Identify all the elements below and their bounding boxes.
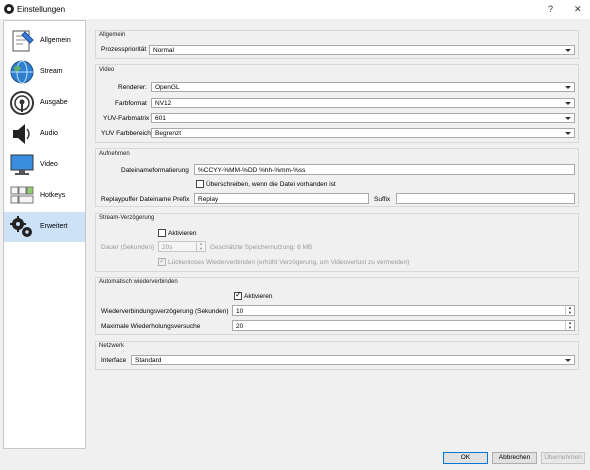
close-button[interactable]: ✕	[574, 4, 582, 15]
renderer-value: OpenGL	[155, 84, 180, 91]
filename-format-label: Dateinameformatierung	[121, 167, 189, 174]
chevron-down-icon	[565, 132, 571, 135]
group-title: Automatisch wiederverbinden	[99, 279, 178, 285]
reconnect-delay-value: 10	[236, 307, 244, 315]
sidebar-label: Erweitert	[40, 223, 68, 230]
chevron-down-icon	[565, 359, 571, 362]
priority-value: Normal	[153, 47, 174, 54]
sidebar-label: Stream	[40, 68, 63, 75]
max-retries-label: Maximale Wiederholungsversuche	[101, 323, 201, 330]
interface-dropdown[interactable]: Standard	[131, 355, 575, 365]
sidebar-item-erweitert[interactable]: Erweitert	[4, 212, 85, 242]
overwrite-checkbox[interactable]	[196, 180, 204, 188]
reconnect-delay-spinbox[interactable]: 10 ▲ ▼	[232, 305, 575, 316]
window-title: Einstellungen	[17, 5, 66, 14]
color-format-label: Farbformat	[115, 100, 147, 107]
obs-logo-icon	[4, 4, 14, 14]
broadcast-icon	[10, 91, 34, 115]
duration-spinbox[interactable]: 20s ▲ ▼	[158, 241, 206, 252]
gears-icon	[10, 216, 32, 237]
yuv-range-label: YUV Farbbereich	[101, 130, 151, 137]
globe-icon	[10, 60, 34, 84]
duration-label: Dauer (Sekunden)	[101, 244, 155, 251]
checkmark-icon: ✓	[159, 256, 166, 265]
spin-arrows-icon: ▲ ▼	[196, 241, 205, 251]
yuv-range-dropdown[interactable]: Begrenzt	[151, 128, 575, 138]
interface-label: Interface	[101, 357, 127, 364]
speaker-icon	[13, 124, 30, 144]
replay-prefix-label: Replaypuffer Dateiname Prefix	[101, 196, 190, 203]
stream-delay-enable-label: Aktivieren	[168, 230, 197, 237]
auto-reconnect-checkbox[interactable]: ✓	[234, 290, 242, 300]
duration-value: 20s	[162, 243, 173, 251]
general-settings-icon	[12, 30, 34, 52]
yuv-matrix-label: YUV-Farbmatrix	[103, 115, 150, 122]
title-bar: Einstellungen ? ✕	[0, 0, 590, 19]
replay-prefix-input[interactable]: Replay	[194, 193, 369, 204]
keyboard-icon	[10, 186, 34, 204]
sidebar-item-ausgabe[interactable]: Ausgabe	[4, 88, 85, 118]
filename-format-input[interactable]: %CCYY-%MM-%DD %hh-%mm-%ss	[194, 164, 575, 175]
spin-arrows-icon: ▲ ▼	[565, 305, 574, 315]
priority-dropdown[interactable]: Normal	[149, 45, 575, 55]
sidebar-item-hotkeys[interactable]: Hotkeys	[4, 181, 85, 211]
renderer-label: Renderer:	[118, 84, 147, 91]
spin-arrows-icon: ▲ ▼	[565, 320, 574, 330]
chevron-down-icon	[565, 49, 571, 52]
renderer-dropdown[interactable]: OpenGL	[151, 82, 575, 92]
filename-format-value: %CCYY-%MM-%DD %hh-%mm-%ss	[198, 166, 306, 174]
settings-sidebar: Allgemein Stream Ausgabe Audio Video Hot…	[3, 20, 86, 449]
interface-value: Standard	[135, 357, 162, 364]
cancel-button[interactable]: Abbrechen	[492, 452, 537, 464]
chevron-down-icon	[565, 117, 571, 120]
sidebar-label: Allgemein	[40, 37, 71, 44]
stream-delay-checkbox[interactable]	[158, 229, 166, 237]
priority-label: Prozesspriorität	[101, 46, 147, 53]
group-title: Video	[99, 67, 115, 73]
sidebar-item-allgemein[interactable]: Allgemein	[4, 26, 85, 56]
suffix-input[interactable]	[396, 193, 575, 204]
sidebar-item-video[interactable]: Video	[4, 150, 85, 180]
max-retries-value: 20	[236, 322, 244, 330]
yuv-range-value: Begrenzt	[155, 130, 182, 137]
suffix-label: Suffix	[374, 196, 391, 203]
apply-button[interactable]: Übernehmen	[541, 452, 585, 464]
lossless-reconnect-label: Lückenloses Wiederverbinden (erhöht Verz…	[168, 259, 410, 266]
checkmark-icon: ✓	[235, 290, 242, 299]
memory-estimate-label: Geschätzte Speichernutzung: 6 MB	[210, 244, 313, 251]
color-format-dropdown[interactable]: NV12	[151, 98, 575, 108]
overwrite-label: Überschreiben, wenn die Datei vorhanden …	[206, 181, 336, 188]
group-title: Stream-Verzögerung	[99, 215, 155, 221]
sidebar-label: Video	[40, 161, 58, 168]
monitor-icon	[10, 154, 34, 175]
lossless-reconnect-checkbox[interactable]: ✓	[158, 256, 166, 266]
ok-button[interactable]: OK	[443, 452, 488, 464]
reconnect-delay-label: Wiederverbindungsverzögerung (Sekunden)	[101, 308, 229, 315]
group-title: Allgemein	[99, 32, 126, 38]
sidebar-item-stream[interactable]: Stream	[4, 57, 85, 87]
sidebar-label: Hotkeys	[40, 192, 66, 199]
yuv-matrix-value: 601	[155, 115, 166, 122]
sidebar-item-audio[interactable]: Audio	[4, 119, 85, 149]
chevron-down-icon	[565, 102, 571, 105]
chevron-down-icon	[565, 86, 571, 89]
sidebar-label: Ausgabe	[40, 99, 68, 106]
replay-prefix-value: Replay	[198, 195, 219, 203]
yuv-matrix-dropdown[interactable]: 601	[151, 113, 575, 123]
group-title: Netzwerk	[99, 343, 125, 349]
color-format-value: NV12	[155, 100, 172, 107]
sidebar-label: Audio	[40, 130, 58, 137]
group-title: Aufnehmen	[99, 151, 130, 157]
help-button[interactable]: ?	[548, 4, 553, 14]
auto-reconnect-enable-label: Aktivieren	[244, 293, 273, 300]
max-retries-spinbox[interactable]: 20 ▲ ▼	[232, 320, 575, 331]
